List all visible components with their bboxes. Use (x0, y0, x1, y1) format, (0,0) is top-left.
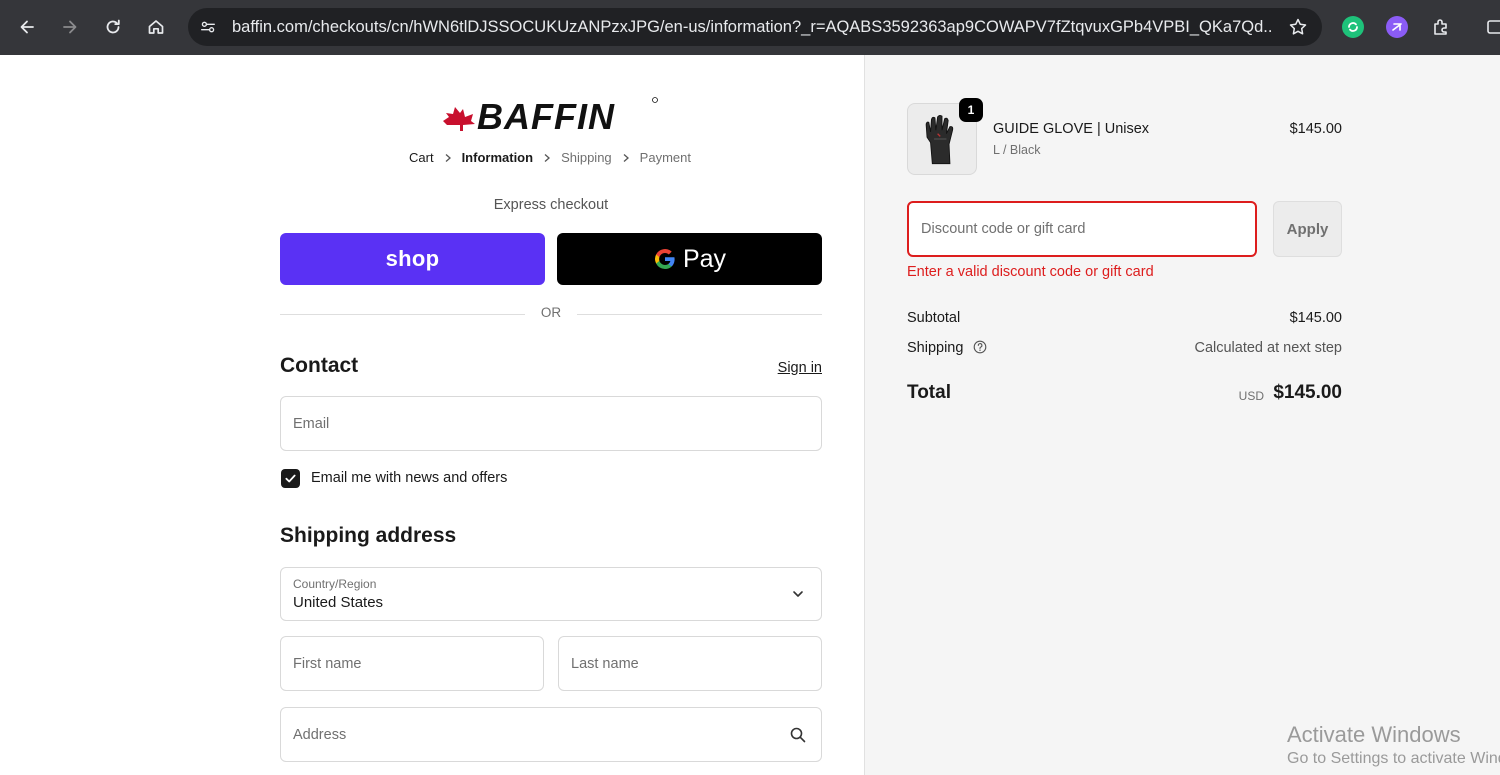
total-currency: USD (1238, 389, 1264, 403)
discount-code-input[interactable]: Discount code or gift card (907, 201, 1257, 257)
logo-wordmark: BAFFIN (477, 96, 615, 135)
email-placeholder: Email (293, 415, 330, 432)
browser-toolbar: baffin.com/checkouts/cn/hWN6tlDJSSOCUKUz… (0, 0, 1500, 55)
google-pay-label: Pay (682, 244, 727, 273)
subtotal-label: Subtotal (907, 310, 961, 326)
google-g-icon (654, 249, 675, 269)
side-panel-icon[interactable] (1484, 13, 1500, 41)
bookmark-star-icon[interactable] (1288, 17, 1308, 37)
last-name-placeholder: Last name (571, 655, 639, 672)
site-info-icon[interactable] (197, 16, 219, 38)
newsletter-label[interactable]: Email me with news and offers (311, 469, 507, 488)
help-circle-icon[interactable] (973, 340, 987, 354)
chevron-right-icon (434, 153, 462, 163)
url-text[interactable]: baffin.com/checkouts/cn/hWN6tlDJSSOCUKUz… (232, 8, 1272, 46)
shop-pay-button[interactable]: shop (280, 233, 545, 285)
breadcrumb-shipping: Shipping (561, 150, 612, 165)
breadcrumb-information: Information (461, 150, 534, 165)
watermark-line-1: Activate Windows (1287, 722, 1461, 747)
first-name-placeholder: First name (293, 655, 362, 672)
breadcrumb-cart[interactable]: Cart (409, 150, 434, 165)
chevron-right-icon (533, 153, 561, 163)
back-icon[interactable] (13, 13, 41, 41)
watermark-line-2: Go to Settings to activate Windows. (1287, 750, 1500, 767)
email-field[interactable]: Email (280, 396, 822, 451)
chevron-down-icon (789, 585, 807, 603)
total-label: Total (907, 382, 951, 403)
apply-discount-button[interactable]: Apply (1273, 201, 1342, 257)
address-bar[interactable]: baffin.com/checkouts/cn/hWN6tlDJSSOCUKUz… (188, 8, 1322, 46)
shipping-row: Shipping (907, 340, 987, 356)
address-placeholder: Address (293, 726, 347, 743)
subtotal-value: $145.00 (1289, 310, 1342, 326)
discount-error-message: Enter a valid discount code or gift card (907, 264, 1154, 280)
product-price: $145.00 (1289, 121, 1342, 137)
extension-purple-icon[interactable] (1386, 16, 1408, 38)
reload-icon[interactable] (99, 13, 127, 41)
checkmark-icon (285, 474, 296, 483)
or-divider-label: OR (540, 305, 562, 320)
forward-icon[interactable] (56, 13, 84, 41)
home-icon[interactable] (142, 13, 170, 41)
shipping-value: Calculated at next step (1194, 340, 1342, 356)
breadcrumb-payment: Payment (639, 150, 691, 165)
contact-heading: Contact (280, 354, 359, 377)
quantity-badge: 1 (959, 98, 983, 122)
last-name-field[interactable]: Last name (558, 636, 822, 691)
first-name-field[interactable]: First name (280, 636, 544, 691)
extension-icon[interactable] (1427, 13, 1455, 41)
divider (280, 314, 525, 315)
shipping-address-heading: Shipping address (280, 524, 457, 547)
country-value: United States (293, 594, 384, 611)
extension-sync-icon[interactable] (1342, 16, 1364, 38)
discount-placeholder: Discount code or gift card (921, 221, 1086, 237)
windows-activation-watermark: Activate Windows Go to Settings to activ… (1287, 722, 1500, 768)
shop-pay-label: shop (385, 246, 440, 271)
total-value: $145.00 (1273, 382, 1342, 403)
sign-in-link[interactable]: Sign in (760, 360, 822, 376)
product-variant: L / Black (993, 143, 1041, 157)
product-name: GUIDE GLOVE | Unisex (993, 121, 1150, 137)
checkout-main: BAFFIN Cart Information Shipping Payment… (0, 55, 864, 775)
baffin-logo[interactable]: BAFFIN (441, 95, 663, 137)
chevron-right-icon (612, 153, 640, 163)
glove-image (925, 114, 954, 165)
address-field[interactable]: Address (280, 707, 822, 762)
google-pay-button[interactable]: Pay (557, 233, 822, 285)
newsletter-checkbox[interactable] (281, 469, 300, 488)
shipping-label: Shipping (907, 340, 964, 356)
country-select[interactable]: Country/Region United States (280, 567, 822, 621)
express-checkout-title: Express checkout (493, 197, 609, 213)
country-label: Country/Region (293, 577, 377, 591)
order-summary: 1 GUIDE GLOVE | Unisex L / Black $145.00… (864, 55, 1500, 775)
divider (577, 314, 822, 315)
search-icon (789, 726, 807, 744)
breadcrumb: Cart Information Shipping Payment (409, 150, 691, 165)
